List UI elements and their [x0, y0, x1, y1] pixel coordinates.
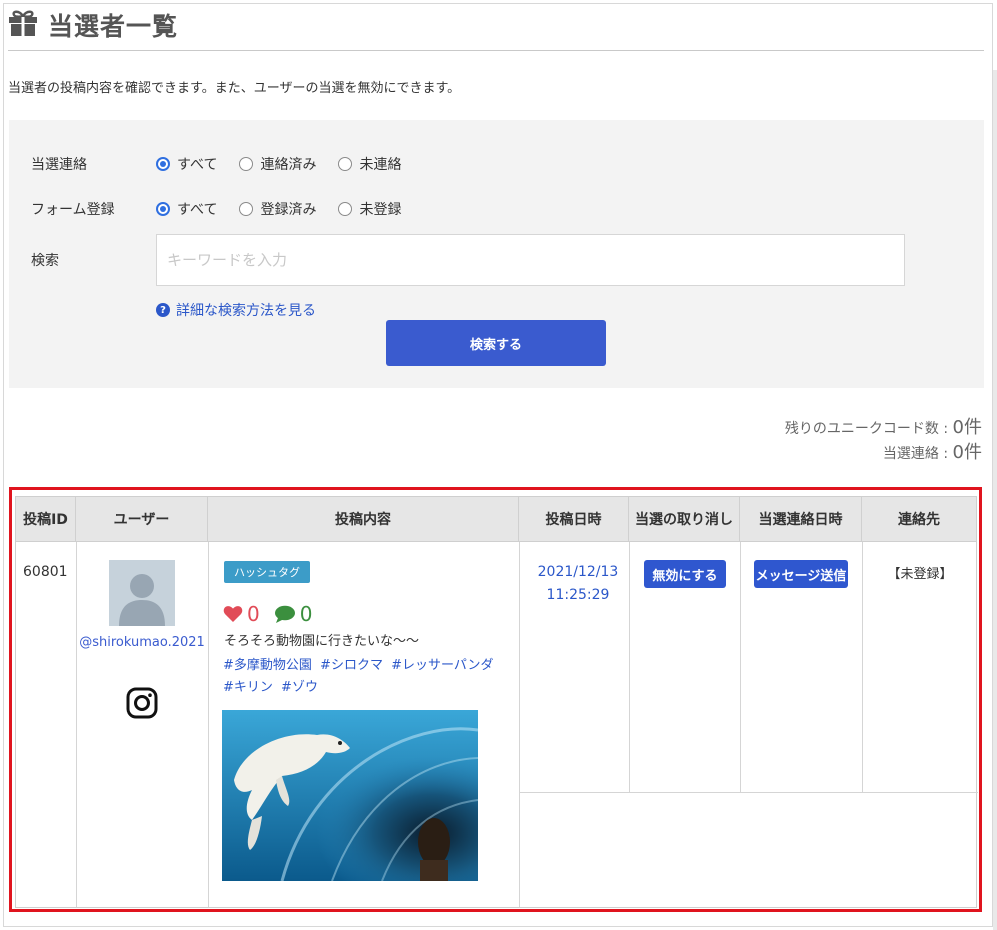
hashtag-link[interactable]: #シロクマ — [320, 658, 383, 673]
gift-icon — [8, 9, 38, 41]
filter-panel: 当選連絡 すべて 連絡済み 未連絡 フォーム登録 すべて 登録済み 未登録 検索… — [9, 120, 984, 388]
post-date-time: 11:25:29 — [546, 587, 610, 603]
form-radio-all[interactable]: すべて — [156, 199, 217, 219]
column-divider — [862, 542, 863, 792]
unique-codes-label: 残りのユニークコード数 : — [784, 421, 953, 437]
counts-summary: 残りのユニークコード数 : 0件 当選連絡 : 0件 — [785, 416, 982, 466]
row-divider — [519, 792, 978, 793]
hashtag-list: #多摩動物公園 #シロクマ #レッサーパンダ #キリン #ゾウ — [223, 655, 503, 699]
contacted-count: 当選連絡 : 0件 — [785, 441, 982, 466]
radio-label: すべて — [177, 157, 218, 173]
like-count: 0 — [247, 602, 260, 626]
header-cancel-win: 当選の取り消し — [629, 497, 740, 542]
page-description: 当選者の投稿内容を確認できます。また、ユーザーの当選を無効にできます。 — [8, 81, 461, 96]
radio-label: すべて — [177, 202, 218, 218]
column-divider — [208, 542, 209, 907]
hashtag-badge: ハッシュタグ — [224, 561, 310, 583]
radio-label: 登録済み — [260, 202, 317, 218]
radio-dot[interactable] — [338, 157, 353, 171]
form-filter-row: フォーム登録 すべて 登録済み 未登録 — [31, 199, 423, 219]
comment-count: 0 — [299, 602, 313, 626]
header-post-id: 投稿ID — [16, 497, 76, 542]
search-label: 検索 — [31, 253, 59, 269]
radio-label: 未登録 — [359, 202, 402, 218]
form-radio-unregistered[interactable]: 未登録 — [338, 199, 401, 219]
send-message-button[interactable]: メッセージ送信 — [754, 560, 848, 588]
header-contact-date: 当選連絡日時 — [740, 497, 862, 542]
post-photo[interactable] — [222, 710, 479, 882]
user-handle-link[interactable]: @shirokumao.2021 — [78, 632, 206, 654]
contact-radio-none[interactable]: 未連絡 — [338, 154, 401, 174]
search-input[interactable] — [156, 234, 905, 286]
unique-codes-value: 0件 — [952, 417, 982, 438]
header-post-date: 投稿日時 — [519, 497, 629, 542]
question-circle-icon: ? — [156, 303, 170, 317]
instagram-icon[interactable] — [126, 687, 158, 719]
hashtag-link[interactable]: #キリン — [223, 680, 273, 695]
header-contact: 連絡先 — [862, 497, 976, 542]
radio-dot[interactable] — [239, 157, 254, 171]
search-help-link-label: 詳細な検索方法を見る — [176, 303, 316, 319]
contacted-label: 当選連絡 : — [882, 446, 953, 462]
column-divider — [519, 542, 520, 907]
hashtag-link[interactable]: #レッサーパンダ — [391, 658, 493, 673]
post-date-day: 2021/12/13 — [537, 564, 619, 580]
heart-icon — [223, 606, 243, 622]
radio-dot[interactable] — [156, 157, 170, 171]
title-divider — [8, 50, 984, 51]
hashtag-link[interactable]: #ゾウ — [281, 680, 318, 695]
unique-codes-count: 残りのユニークコード数 : 0件 — [785, 416, 982, 441]
invalidate-button[interactable]: 無効にする — [644, 560, 726, 588]
contacted-value: 0件 — [952, 442, 982, 463]
search-button[interactable]: 検索する — [386, 320, 606, 366]
post-date: 2021/12/13 11:25:29 — [523, 561, 633, 607]
title-row: 当選者一覧 — [8, 9, 179, 41]
avatar-placeholder-icon[interactable] — [109, 560, 175, 626]
radio-label: 未連絡 — [359, 157, 402, 173]
form-radio-registered[interactable]: 登録済み — [239, 199, 316, 219]
contact-radio-done[interactable]: 連絡済み — [239, 154, 316, 174]
radio-label: 連絡済み — [260, 157, 317, 173]
page-title: 当選者一覧 — [48, 12, 179, 41]
header-user: ユーザー — [76, 497, 208, 542]
header-post-content: 投稿内容 — [208, 497, 519, 542]
search-help-link[interactable]: ? 詳細な検索方法を見る — [156, 300, 316, 320]
contact-filter-row: 当選連絡 すべて 連絡済み 未連絡 — [31, 154, 423, 174]
radio-dot[interactable] — [239, 202, 254, 216]
search-row: 検索 — [31, 250, 156, 270]
hashtag-link[interactable]: #多摩動物公園 — [223, 658, 312, 673]
contact-filter-label: 当選連絡 — [31, 157, 87, 173]
post-stats: 0 0 — [223, 602, 312, 626]
post-id: 60801 — [23, 564, 68, 580]
post-text: そろそろ動物園に行きたいな〜〜 — [224, 634, 420, 649]
radio-dot[interactable] — [338, 202, 353, 216]
contact-status: 【未登録】 — [887, 567, 953, 582]
scrollbar-track[interactable] — [993, 70, 997, 930]
column-divider — [740, 542, 741, 792]
column-divider — [76, 542, 77, 907]
winners-table: 投稿ID ユーザー 投稿内容 投稿日時 当選の取り消し 当選連絡日時 連絡先 6… — [15, 496, 978, 908]
form-filter-label: フォーム登録 — [31, 202, 115, 218]
contact-radio-all[interactable]: すべて — [156, 154, 217, 174]
comment-icon — [274, 605, 295, 623]
radio-dot[interactable] — [156, 202, 170, 216]
